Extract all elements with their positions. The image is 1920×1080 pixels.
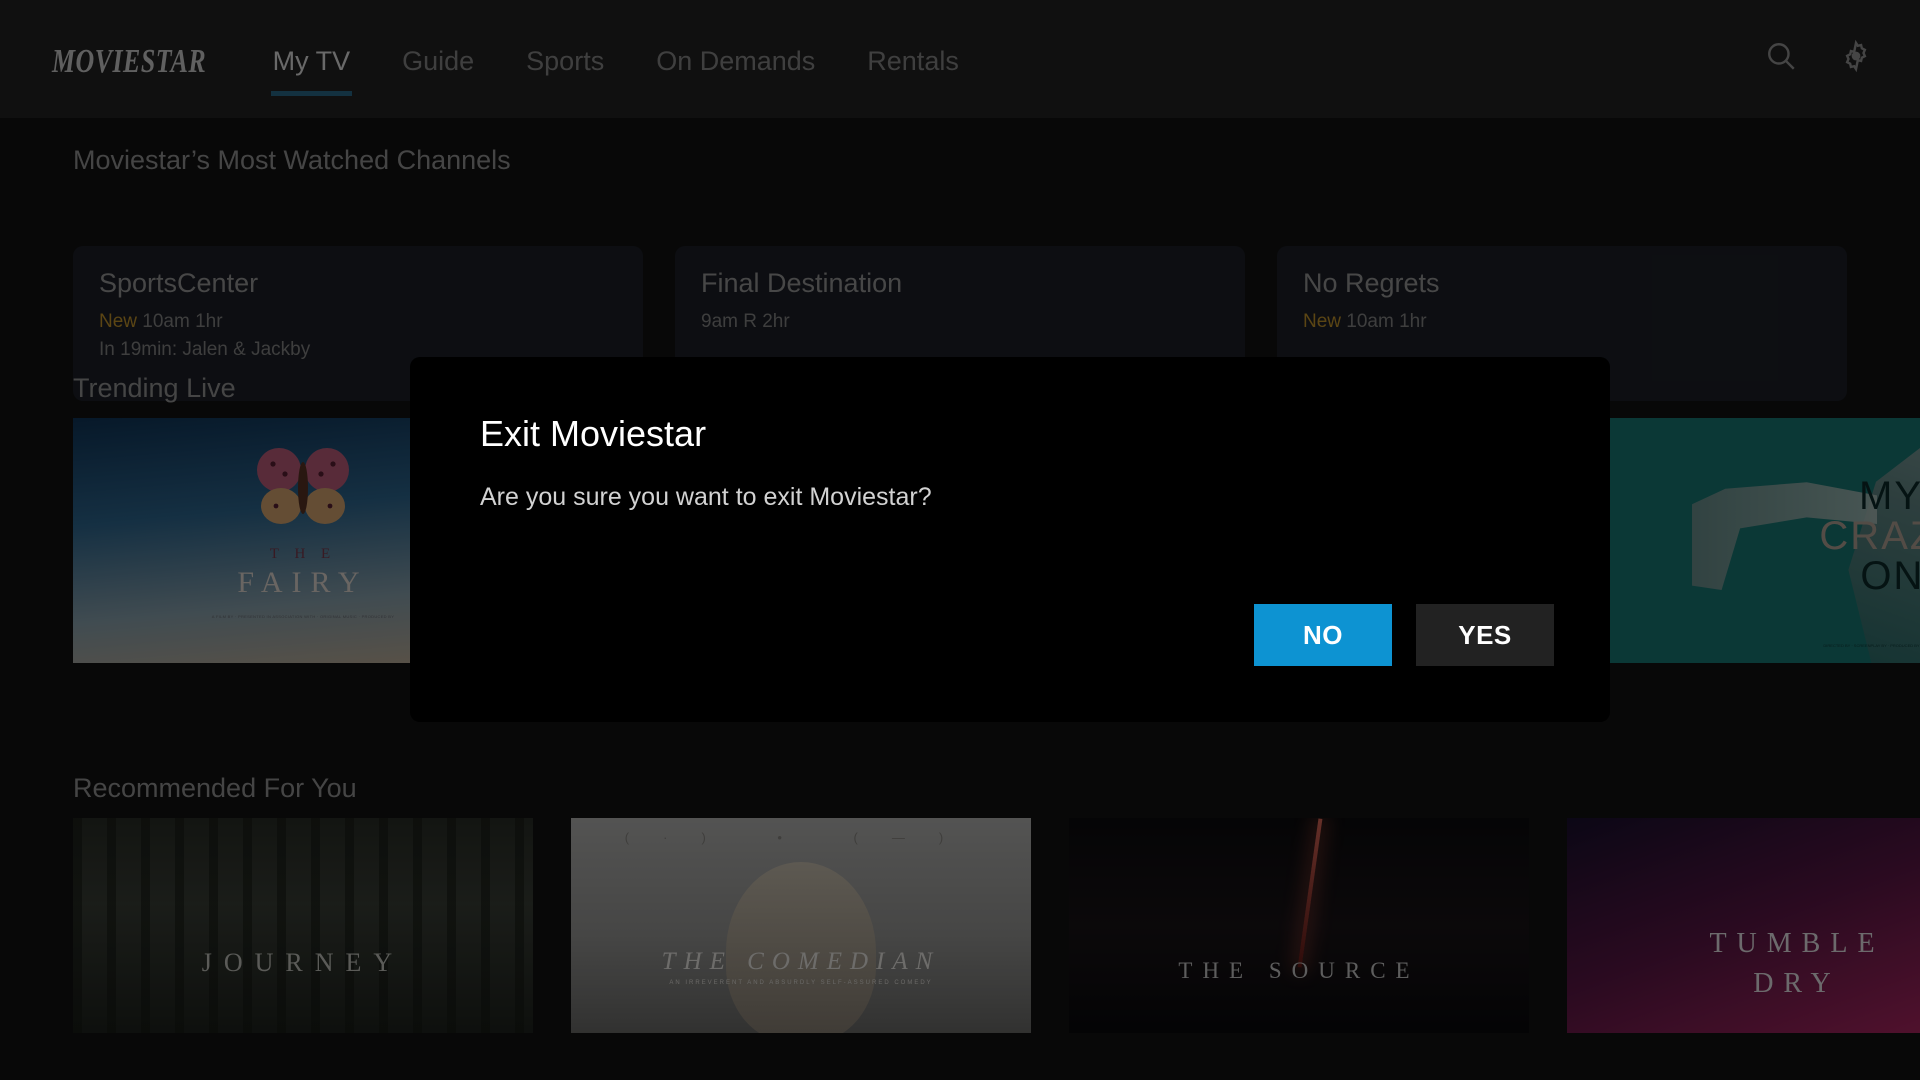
exit-confirmation-dialog: Exit Moviestar Are you sure you want to … xyxy=(410,357,1610,722)
yes-button[interactable]: YES xyxy=(1416,604,1554,666)
dialog-title: Exit Moviestar xyxy=(480,413,707,454)
dialog-message: Are you sure you want to exit Moviestar? xyxy=(480,483,932,511)
no-button[interactable]: NO xyxy=(1254,604,1392,666)
dialog-actions: NO YES xyxy=(1254,604,1554,666)
app-root: MOVIESTAR My TV Guide Sports On Demands … xyxy=(0,0,1920,1080)
